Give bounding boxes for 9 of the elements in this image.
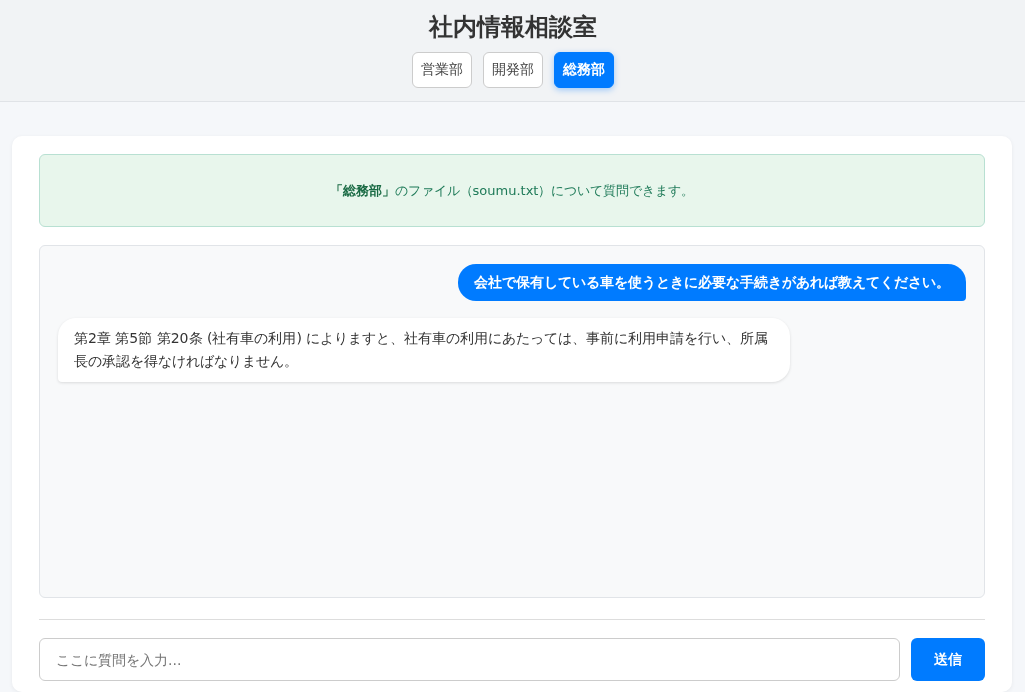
reply-message-bubble: 第2章 第5節 第20条 (社有車の利用) によりますと、社有車の利用にあたっては、事前に利用申請を行い、所属長の承認を得なければなりません。	[58, 318, 790, 382]
department-tab[interactable]: 営業部	[411, 52, 472, 88]
department-tab[interactable]: 開発部	[482, 52, 543, 88]
send-button[interactable]: 送信	[911, 638, 985, 681]
user-message-bubble: 会社で保有している車を使うときに必要な手続きがあれば教えてください。	[458, 264, 966, 301]
info-notice: 「総務部」のファイル（soumu.txt）について質問できます。	[39, 154, 985, 227]
question-input-field[interactable]: ここに質問を入力...	[39, 638, 900, 681]
department-tab[interactable]: 総務部	[553, 52, 614, 88]
page-title: 社内情報相談室	[428, 12, 597, 43]
